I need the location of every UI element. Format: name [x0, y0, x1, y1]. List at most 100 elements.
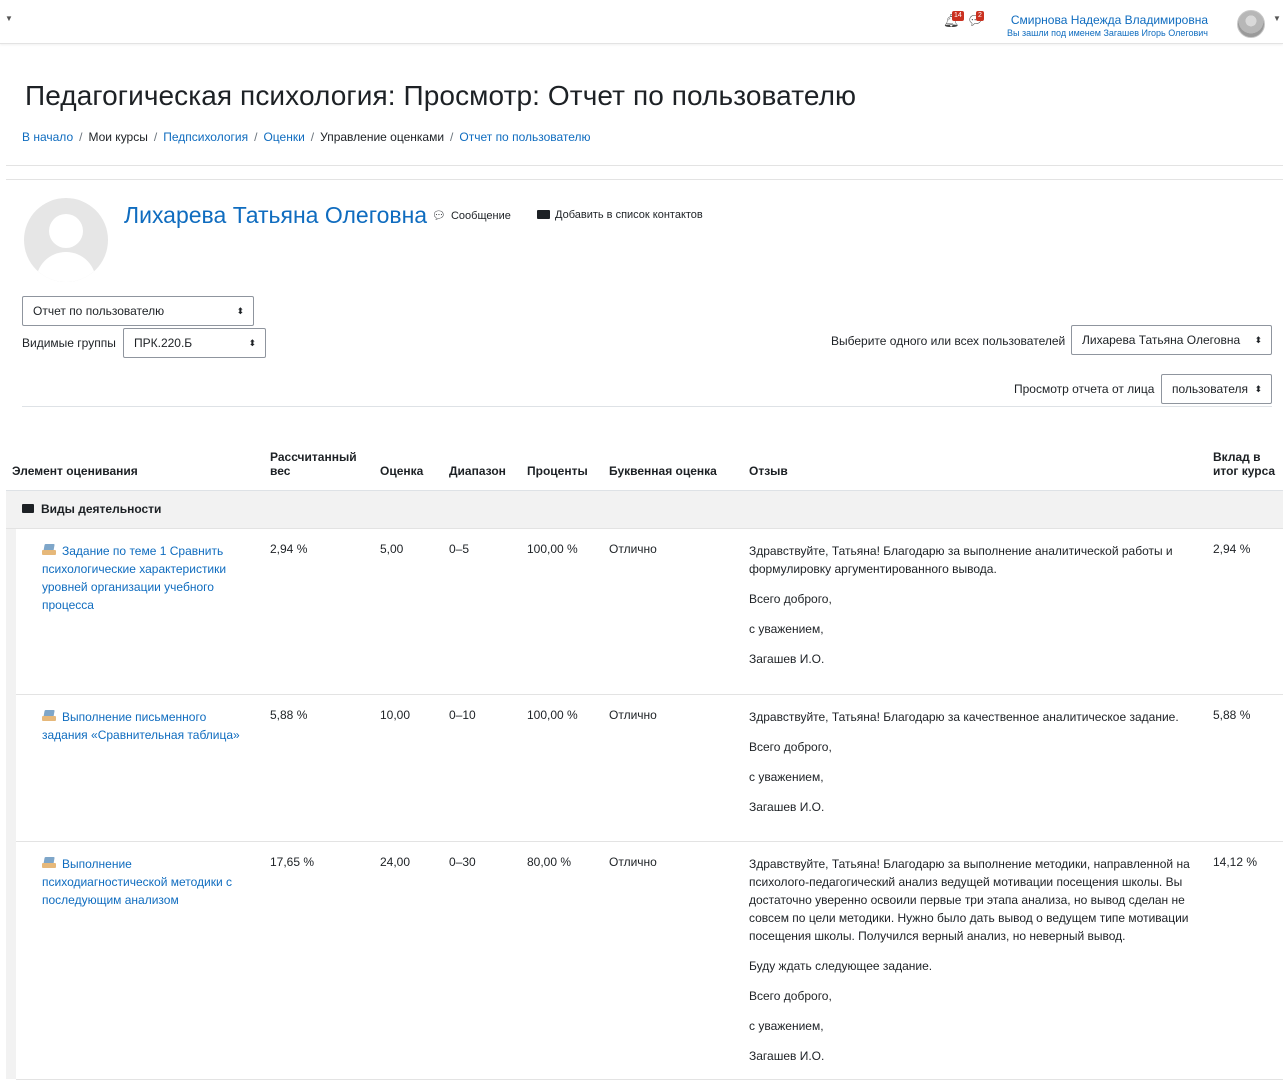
grade-item-link[interactable]: Выполнение письменного задания «Сравните… — [42, 710, 240, 742]
grade-item-link[interactable]: Задание по теме 1 Сравнить психологическ… — [42, 544, 226, 612]
feedback-paragraph: Здравствуйте, Татьяна! Благодарю за выпо… — [749, 856, 1190, 943]
breadcrumb: В начало / Мои курсы / Педпсихология / Оценки /… — [22, 130, 591, 144]
notifications-count-badge: 14 — [952, 11, 964, 21]
grade-cell: 24,00 — [374, 841, 443, 1080]
feedback-paragraph: Буду ждать следующее задание. — [749, 958, 933, 973]
user-avatar-small[interactable] — [1237, 10, 1265, 38]
message-label: Сообщение — [450, 210, 511, 222]
col-header-weight: Рассчитанный вес — [264, 413, 374, 491]
folder-icon — [22, 504, 34, 513]
assignment-icon — [42, 543, 56, 556]
messages-button[interactable]: 💬︎ 2 — [967, 11, 984, 29]
breadcrumb-home[interactable]: В начало — [22, 130, 73, 144]
assignment-icon — [42, 709, 56, 722]
report-type-select[interactable]: Отчет по пользователю ⬍ — [22, 296, 254, 326]
groups-select[interactable]: ПРК.220.Б ⬍ — [123, 328, 266, 358]
letter-cell: Отлично — [603, 841, 743, 1080]
message-button[interactable]: 💬︎ Сообщение — [432, 209, 511, 222]
contribution-cell: 5,88 % — [1207, 694, 1283, 842]
feedback-cell: Здравствуйте, Татьяна! Благодарю за выпо… — [743, 528, 1207, 695]
users-select[interactable]: Лихарева Татьяна Олеговна ⬍ — [1071, 325, 1272, 355]
feedback-paragraph: Загашев И.О. — [749, 651, 825, 666]
category-row: Виды деятельности — [6, 490, 1283, 529]
messages-count-badge: 2 — [976, 11, 984, 21]
grade-cell: 10,00 — [374, 694, 443, 842]
grade-report-table: Элемент оценивания Рассчитанный вес Оцен… — [6, 413, 1283, 1080]
weight-cell: 5,88 % — [264, 694, 374, 842]
weight-cell: 2,94 % — [264, 528, 374, 695]
view-as-select-value: пользователя — [1172, 382, 1248, 396]
feedback-paragraph: Загашев И.О. — [749, 799, 825, 814]
feedback-paragraph: Всего доброго, — [749, 591, 832, 606]
table-row: Выполнение психодиагностической методики… — [6, 841, 1283, 1080]
users-select-label: Выберите одного или всех пользователей — [831, 334, 1066, 348]
notifications-button[interactable]: 🔔︎ 14 — [943, 11, 964, 29]
address-card-icon — [537, 210, 550, 219]
feedback-paragraph: Всего доброго, — [749, 988, 832, 1003]
col-header-feedback: Отзыв — [743, 413, 1207, 491]
user-avatar — [24, 198, 108, 282]
breadcrumb-grades[interactable]: Оценки — [263, 130, 304, 144]
range-cell: 0–30 — [443, 841, 521, 1080]
table-header-row: Элемент оценивания Рассчитанный вес Оцен… — [6, 413, 1283, 491]
feedback-paragraph: Здравствуйте, Татьяна! Благодарю за каче… — [749, 709, 1179, 724]
add-contact-button[interactable]: Добавить в список контактов — [537, 209, 703, 221]
feedback-paragraph: Всего доброго, — [749, 739, 832, 754]
feedback-cell: Здравствуйте, Татьяна! Благодарю за выпо… — [743, 841, 1207, 1080]
breadcrumb-user-report[interactable]: Отчет по пользователю — [459, 130, 590, 144]
user-menu-caret-icon[interactable]: ▼ — [1273, 14, 1281, 23]
groups-select-value: ПРК.220.Б — [134, 336, 193, 350]
col-header-grade: Оценка — [374, 413, 443, 491]
user-menu[interactable]: Смирнова Надежда Владимировна Вы зашли п… — [1007, 13, 1208, 39]
view-as-label: Просмотр отчета от лица — [1014, 382, 1155, 396]
range-cell: 0–10 — [443, 694, 521, 842]
letter-cell: Отлично — [603, 694, 743, 842]
range-cell: 0–5 — [443, 528, 521, 695]
add-contact-label: Добавить в список контактов — [555, 209, 703, 221]
col-header-range: Диапазон — [443, 413, 521, 491]
assignment-icon — [42, 856, 56, 869]
table-row: Задание по теме 1 Сравнить психологическ… — [6, 528, 1283, 695]
col-header-percent: Проценты — [521, 413, 603, 491]
col-header-letter: Буквенная оценка — [603, 413, 743, 491]
feedback-paragraph: с уважением, — [749, 621, 824, 636]
contribution-cell: 14,12 % — [1207, 841, 1283, 1080]
nav-menu-caret-icon[interactable]: ▼ — [5, 14, 13, 23]
breadcrumb-my-courses: Мои курсы — [88, 130, 148, 144]
percent-cell: 100,00 % — [521, 528, 603, 695]
header-divider — [6, 165, 1283, 166]
grade-item-link[interactable]: Выполнение психодиагностической методики… — [42, 857, 232, 907]
category-name: Виды деятельности — [41, 502, 162, 516]
feedback-paragraph: Загашев И.О. — [749, 1048, 825, 1063]
report-type-value: Отчет по пользователю — [33, 304, 165, 318]
content-divider — [6, 179, 1283, 180]
groups-label: Видимые группы — [22, 336, 116, 350]
col-header-contribution: Вклад в итог курса — [1207, 413, 1283, 491]
percent-cell: 80,00 % — [521, 841, 603, 1080]
logged-in-as-text[interactable]: Вы зашли под именем Загашев Игорь Олегов… — [1007, 27, 1208, 39]
feedback-paragraph: с уважением, — [749, 1018, 824, 1033]
user-profile-name[interactable]: Лихарева Татьяна Олеговна — [124, 202, 427, 229]
feedback-paragraph: с уважением, — [749, 769, 824, 784]
breadcrumb-course[interactable]: Педпсихология — [163, 130, 248, 144]
breadcrumb-grade-admin: Управление оценками — [320, 130, 445, 144]
select-arrows-icon: ⬍ — [236, 306, 244, 316]
table-top-divider — [22, 406, 1272, 407]
feedback-cell: Здравствуйте, Татьяна! Благодарю за каче… — [743, 694, 1207, 842]
select-arrows-icon: ⬍ — [1254, 335, 1262, 345]
weight-cell: 17,65 % — [264, 841, 374, 1080]
users-select-value: Лихарева Татьяна Олеговна — [1082, 333, 1241, 347]
letter-cell: Отлично — [603, 528, 743, 695]
select-arrows-icon: ⬍ — [248, 338, 256, 348]
page-title: Педагогическая психология: Просмотр: Отч… — [25, 80, 857, 111]
top-navbar: ▼ 🔔︎ 14 💬︎ 2 Смирнова Надежда Владимиров… — [0, 0, 1283, 44]
contribution-cell: 2,94 % — [1207, 528, 1283, 695]
select-arrows-icon: ⬍ — [1254, 384, 1262, 394]
table-row: Выполнение письменного задания «Сравните… — [6, 694, 1283, 842]
percent-cell: 100,00 % — [521, 694, 603, 842]
feedback-paragraph: Здравствуйте, Татьяна! Благодарю за выпо… — [749, 543, 1173, 576]
grade-cell: 5,00 — [374, 528, 443, 695]
col-header-item: Элемент оценивания — [6, 413, 264, 491]
user-menu-name[interactable]: Смирнова Надежда Владимировна — [1007, 13, 1208, 27]
view-as-select[interactable]: пользователя ⬍ — [1161, 374, 1272, 404]
